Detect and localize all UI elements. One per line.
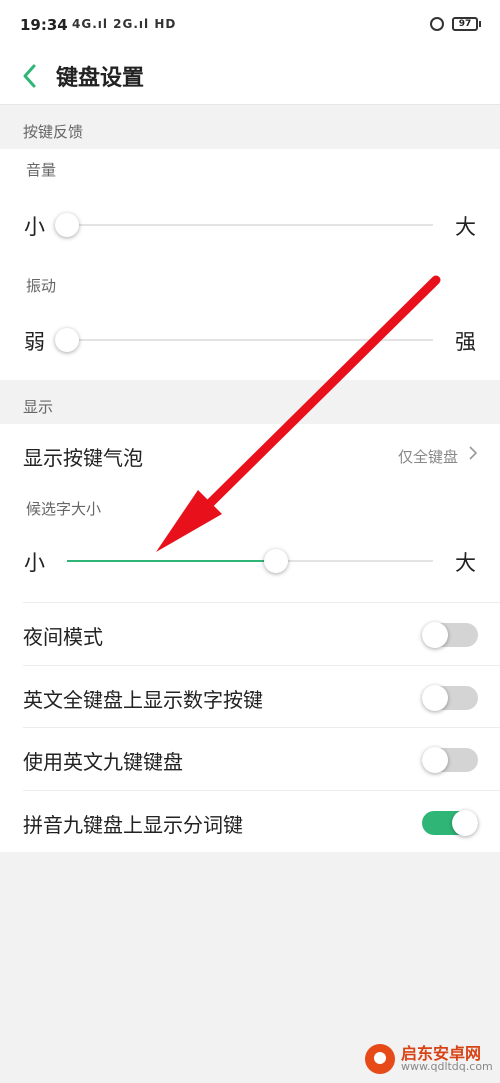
candidate-size-slider[interactable] <box>67 549 433 573</box>
switch-knob <box>422 747 448 773</box>
show-key-bubble-row[interactable]: 显示按键气泡 仅全键盘 <box>0 424 500 486</box>
toggle-row-english-9key[interactable]: 使用英文九键键盘 <box>0 728 500 790</box>
chevron-right-icon <box>468 444 478 467</box>
section-title: 按键反馈 <box>23 123 84 141</box>
switch-knob <box>452 810 478 836</box>
watermark: 启东安卓网 www.qdltdq.com <box>365 1038 495 1078</box>
switch-knob <box>422 622 448 648</box>
section-header-display: 显示 <box>0 380 500 424</box>
toggle-row-label: 拼音九键盘上显示分词键 <box>23 813 243 837</box>
candidate-size-min-label: 小 <box>24 551 45 575</box>
english-9key-switch[interactable] <box>422 747 478 773</box>
toggle-row-night-mode[interactable]: 夜间模式 <box>0 603 500 665</box>
signal-icon: 4G.ıl 2G.ıl HD <box>72 17 177 31</box>
lock-icon <box>430 17 444 31</box>
toggle-row-english-numbers[interactable]: 英文全键盘上显示数字按键 <box>0 666 500 728</box>
section-header-key-feedback: 按键反馈 <box>0 105 500 149</box>
volume-max-label: 大 <box>455 215 476 239</box>
volume-slider-thumb[interactable] <box>55 213 79 237</box>
display-card: 显示按键气泡 仅全键盘 候选字大小 小 大 夜间模式 英文全键盘上显示数字按键 … <box>0 424 500 852</box>
vibration-label: 振动 <box>26 277 57 295</box>
page-title: 键盘设置 <box>56 66 145 91</box>
english-number-keys-switch[interactable] <box>422 685 478 711</box>
section-title: 显示 <box>23 398 54 416</box>
candidate-size-max-label: 大 <box>455 551 476 575</box>
show-key-bubble-value: 仅全键盘 <box>397 448 458 466</box>
watermark-logo <box>365 1044 395 1074</box>
vibration-slider-thumb[interactable] <box>55 328 79 352</box>
volume-label: 音量 <box>26 161 57 179</box>
key-feedback-card: 音量 小 大 振动 弱 强 <box>0 149 500 380</box>
toggle-row-pinyin-segment[interactable]: 拼音九键盘上显示分词键 <box>0 791 500 853</box>
volume-slider[interactable] <box>55 213 433 237</box>
volume-min-label: 小 <box>24 215 45 239</box>
night-mode-switch[interactable] <box>422 622 478 648</box>
candidate-size-slider-thumb[interactable] <box>263 549 288 573</box>
candidate-size-slider-fill <box>67 560 276 562</box>
back-button[interactable] <box>18 62 42 90</box>
vibration-slider[interactable] <box>55 328 433 352</box>
show-key-bubble-label: 显示按键气泡 <box>23 446 143 470</box>
toggle-row-label: 英文全键盘上显示数字按键 <box>23 688 263 712</box>
watermark-url: www.qdltdq.com <box>401 1060 493 1073</box>
status-time: 19:34 <box>20 16 68 34</box>
chevron-left-icon <box>23 64 36 88</box>
volume-slider-row: 小 大 <box>0 205 500 245</box>
candidate-size-slider-row: 小 大 <box>0 541 500 581</box>
candidate-size-label: 候选字大小 <box>26 500 102 518</box>
vibration-min-label: 弱 <box>24 330 45 354</box>
battery-icon: 97 <box>452 17 481 31</box>
switch-knob <box>422 685 448 711</box>
app-header: 键盘设置 <box>0 48 500 105</box>
pinyin-segment-key-switch[interactable] <box>422 810 478 836</box>
status-bar: 19:34 4G.ıl 2G.ıl HD 97 <box>0 0 500 48</box>
vibration-max-label: 强 <box>455 330 476 354</box>
toggle-row-label: 夜间模式 <box>23 625 103 649</box>
toggle-row-label: 使用英文九键键盘 <box>23 750 183 774</box>
vibration-slider-row: 弱 强 <box>0 320 500 360</box>
